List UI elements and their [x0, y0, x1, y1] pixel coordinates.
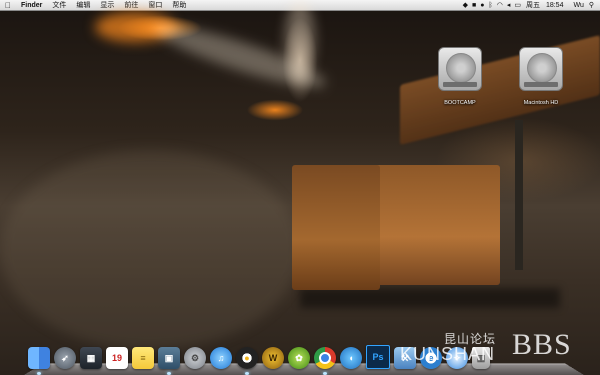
- dock-bird-icon[interactable]: ◖: [340, 347, 362, 369]
- light-orb: [285, 0, 315, 80]
- ie-letter: e: [428, 353, 434, 363]
- menu-view[interactable]: 显示: [95, 0, 119, 11]
- photo-icon: ▣: [164, 353, 174, 363]
- dock-mission-control-icon[interactable]: ▦: [80, 347, 102, 369]
- penguin-icon: ●: [244, 353, 250, 363]
- floor-reflection: [0, 150, 300, 350]
- music-note-icon: ♫: [217, 353, 225, 363]
- dock-xcode-icon[interactable]: ⚒: [394, 347, 416, 369]
- dock-launchpad-icon[interactable]: ➶: [54, 347, 76, 369]
- dock-safari-icon[interactable]: ✧: [446, 347, 468, 369]
- dock-wow-icon[interactable]: W: [262, 347, 284, 369]
- leaf-icon: ✿: [295, 353, 303, 363]
- qq-icon[interactable]: ●: [478, 0, 486, 11]
- clock-time[interactable]: 18:54: [543, 0, 567, 11]
- hard-drive-icon: [519, 47, 563, 91]
- dock-itunes-icon[interactable]: ♫: [210, 347, 232, 369]
- desktop-icon-bootcamp[interactable]: BOOTCAMP: [430, 47, 490, 109]
- menu-edit[interactable]: 编辑: [71, 0, 95, 11]
- menu-window[interactable]: 窗口: [143, 0, 167, 11]
- search-icon[interactable]: ⚲: [587, 0, 596, 11]
- bench-seat-plank: [292, 165, 380, 290]
- trash-icon: ▥: [476, 353, 486, 363]
- wow-letter: W: [268, 353, 278, 363]
- photoshop-letters: Ps: [372, 352, 384, 362]
- volume-icon[interactable]: ◂: [505, 0, 513, 11]
- dock-finder-icon[interactable]: [28, 347, 50, 375]
- dock-trash-icon[interactable]: ▥: [472, 347, 490, 369]
- menu-help[interactable]: 帮助: [167, 0, 191, 11]
- dock-wangwang-icon[interactable]: ✿: [288, 347, 310, 369]
- dock-chrome-icon[interactable]: [314, 347, 336, 375]
- bench-leg: [515, 120, 523, 270]
- hammer-icon: ⚒: [400, 353, 410, 363]
- wifi-icon[interactable]: ◠: [495, 0, 505, 11]
- dropbox-icon[interactable]: ◆: [461, 0, 470, 11]
- bench-shadow: [300, 288, 560, 308]
- desktop-icon-macintosh-hd[interactable]: Macintosh HD: [511, 47, 571, 109]
- desktop-icon-label: BOOTCAMP: [444, 100, 476, 106]
- dock-stickies-icon[interactable]: ≡: [132, 347, 154, 369]
- dock-ie-icon[interactable]: e: [420, 347, 442, 369]
- camera-icon[interactable]: ■: [470, 0, 478, 11]
- bluetooth-icon[interactable]: ᛒ: [487, 0, 495, 11]
- dock-calendar-icon[interactable]: 19: [106, 347, 128, 369]
- dock-preferences-icon[interactable]: ⚙: [184, 347, 206, 369]
- gear-icon: ⚙: [190, 353, 200, 363]
- rocket-icon: ➶: [61, 353, 69, 363]
- apple-menu-icon[interactable]: : [0, 1, 16, 10]
- dock-qq-icon[interactable]: ●: [236, 347, 258, 375]
- menu-file[interactable]: 文件: [47, 0, 71, 11]
- note-icon: ≡: [140, 353, 146, 363]
- user-name[interactable]: Wu: [570, 0, 586, 11]
- dock-iphoto-icon[interactable]: ▣: [158, 347, 180, 375]
- status-area: ◆ ■ ● ᛒ ◠ ◂ ▭ 周五 18:54 Wu ⚲: [461, 0, 600, 11]
- dock-photoshop-icon[interactable]: Ps: [366, 345, 390, 369]
- dock: ➶ ▦ 19 ≡ ▣ ⚙ ♫ ● W ✿ ◖ Ps ⚒ e ✧ ▥: [24, 341, 584, 375]
- desktop-icon-label: Macintosh HD: [523, 100, 559, 106]
- menu-finder[interactable]: Finder: [16, 0, 47, 11]
- chrome-center-icon: [319, 352, 331, 364]
- hard-drive-icon: [438, 47, 482, 91]
- dock-items: ➶ ▦ 19 ≡ ▣ ⚙ ♫ ● W ✿ ◖ Ps ⚒ e ✧ ▥: [28, 341, 490, 375]
- battery-icon[interactable]: ▭: [512, 0, 523, 11]
- clock-day[interactable]: 周五: [523, 0, 543, 11]
- bird-icon: ◖: [348, 353, 354, 363]
- bench-seat-plank: [365, 165, 500, 285]
- windows-icon: ▦: [86, 353, 96, 363]
- compass-icon: ✧: [453, 353, 461, 363]
- calendar-date: 19: [111, 353, 122, 363]
- menu-go[interactable]: 前往: [119, 0, 143, 11]
